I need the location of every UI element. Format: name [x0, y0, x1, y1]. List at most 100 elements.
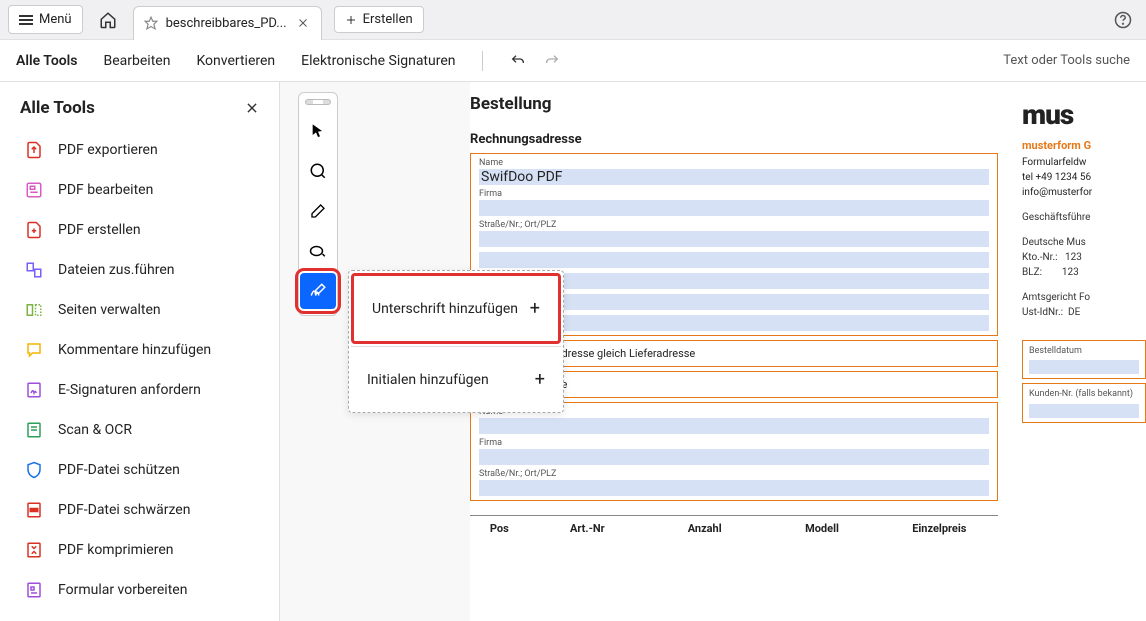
tool-item-esign[interactable]: E-Signaturen anfordern	[0, 370, 279, 410]
delivery-address-group: Name Firma Straße/Nr.; Ort/PLZ	[470, 402, 998, 501]
pdf-page: Bestellung Rechnungsadresse Name SwifDoo…	[470, 82, 1146, 621]
add-signature-label: Unterschrift hinzufügen	[372, 301, 518, 317]
tool-label: PDF erstellen	[58, 222, 141, 238]
create-label: Erstellen	[363, 12, 413, 27]
sidebar-close-button[interactable]	[245, 101, 259, 115]
field-label: Name	[479, 158, 989, 168]
close-icon	[297, 17, 309, 29]
company-court: Amtsgericht Fo	[1022, 290, 1146, 305]
plus-icon: +	[535, 369, 545, 390]
tool-item-comment[interactable]: Kommentare hinzufügen	[0, 330, 279, 370]
firma-input[interactable]	[479, 200, 989, 216]
help-button[interactable]	[1108, 5, 1138, 35]
th-modell: Modell	[763, 516, 880, 541]
tool-item-form[interactable]: Formular vorbereiten	[0, 570, 279, 610]
tool-label: E-Signaturen anfordern	[58, 382, 201, 398]
tab-title: beschreibbares_PD...	[166, 16, 287, 31]
plus-icon: +	[530, 298, 540, 319]
company-gf: Geschäftsführe	[1022, 210, 1146, 225]
divider	[482, 51, 483, 71]
title-bar: Menü beschreibbares_PD... Erstellen	[0, 0, 1146, 40]
company-logo: mus	[1022, 94, 1146, 136]
tool-item-create[interactable]: PDF erstellen	[0, 210, 279, 250]
home-button[interactable]	[91, 5, 125, 35]
drag-handle[interactable]	[305, 99, 331, 105]
add-signature-option[interactable]: Unterschrift hinzufügen +	[351, 273, 561, 344]
th-artnr: Art.-Nr	[529, 516, 646, 541]
menu-signatures[interactable]: Elektronische Signaturen	[301, 53, 455, 69]
field-label: Firma	[479, 189, 989, 199]
tool-item-pages[interactable]: Seiten verwalten	[0, 290, 279, 330]
menu-all-tools[interactable]: Alle Tools	[16, 53, 78, 69]
field-label: Straße/Nr.; Ort/PLZ	[479, 469, 989, 479]
page-title: Bestellung	[470, 94, 998, 114]
tool-label: PDF-Datei schützen	[58, 462, 180, 478]
field-label: Firma	[479, 438, 989, 448]
th-pos: Pos	[470, 516, 529, 541]
search-input[interactable]: Text oder Tools suche	[1003, 53, 1130, 68]
name-input[interactable]: SwifDoo PDF	[479, 169, 989, 185]
help-icon	[1114, 11, 1132, 29]
order-date-input[interactable]	[1029, 360, 1139, 374]
tool-item-combine[interactable]: Dateien zus.führen	[0, 250, 279, 290]
extra-input[interactable]	[479, 252, 989, 268]
tool-item-scan[interactable]: Scan & OCR	[0, 410, 279, 450]
text-circle-icon	[309, 162, 327, 180]
pencil-icon	[310, 203, 326, 219]
signature-popup: Unterschrift hinzufügen + Initialen hinz…	[348, 270, 564, 413]
compress-icon	[24, 540, 44, 560]
field-label: Bestelldatum	[1029, 345, 1139, 359]
order-date-field: Bestelldatum	[1022, 340, 1146, 380]
company-bank: Deutsche Mus	[1022, 235, 1146, 250]
hamburger-icon	[19, 15, 33, 25]
firma2-input[interactable]	[479, 449, 989, 465]
protect-icon	[24, 460, 44, 480]
name2-input[interactable]	[479, 418, 989, 434]
tool-item-protect[interactable]: PDF-Datei schützen	[0, 450, 279, 490]
menu-edit[interactable]: Bearbeiten	[104, 53, 171, 69]
company-info: mus musterform G Formularfeldw tel +49 1…	[1014, 94, 1146, 541]
scan-icon	[24, 420, 44, 440]
signature-tool[interactable]	[300, 273, 336, 309]
tool-label: Dateien zus.führen	[58, 262, 174, 278]
draw-tool[interactable]	[300, 193, 336, 229]
tool-label: Seiten verwalten	[58, 302, 161, 318]
company-tel: tel +49 1234 56	[1022, 170, 1146, 185]
tool-label: PDF bearbeiten	[58, 182, 153, 198]
create-icon	[24, 220, 44, 240]
create-button[interactable]: Erstellen	[334, 6, 424, 33]
text-tool[interactable]	[300, 153, 336, 189]
fill-sign-toolbar	[298, 92, 338, 316]
plus-icon	[345, 14, 357, 26]
tool-label: PDF komprimieren	[58, 542, 173, 558]
add-initials-label: Initialen hinzufügen	[367, 372, 489, 388]
menu-convert[interactable]: Konvertieren	[196, 53, 275, 69]
comment-icon	[24, 340, 44, 360]
tool-item-compress[interactable]: PDF komprimieren	[0, 530, 279, 570]
undo-icon	[509, 53, 527, 69]
shape-tool[interactable]	[300, 233, 336, 269]
company-name: musterform G	[1022, 138, 1146, 155]
tool-label: PDF exportieren	[58, 142, 158, 158]
select-tool[interactable]	[300, 113, 336, 149]
menu-button[interactable]: Menü	[8, 5, 83, 34]
th-anzahl: Anzahl	[646, 516, 763, 541]
signature-icon	[309, 282, 327, 300]
field-label: Straße/Nr.; Ort/PLZ	[479, 220, 989, 230]
tool-item-redact[interactable]: PDF-Datei schwärzen	[0, 490, 279, 530]
street-input[interactable]	[479, 231, 989, 247]
sidebar-title: Alle Tools	[20, 98, 95, 118]
cursor-icon	[310, 123, 326, 139]
add-initials-option[interactable]: Initialen hinzufügen +	[349, 347, 563, 412]
street2-input[interactable]	[479, 480, 989, 496]
undo-button[interactable]	[509, 53, 527, 69]
tool-item-export[interactable]: PDF exportieren	[0, 130, 279, 170]
document-tab[interactable]: beschreibbares_PD...	[133, 6, 322, 40]
pages-icon	[24, 300, 44, 320]
tab-close-button[interactable]	[295, 15, 311, 31]
export-icon	[24, 140, 44, 160]
customer-number-input[interactable]	[1029, 404, 1139, 418]
form-icon	[24, 580, 44, 600]
redo-button[interactable]	[543, 53, 561, 69]
tool-item-edit[interactable]: PDF bearbeiten	[0, 170, 279, 210]
